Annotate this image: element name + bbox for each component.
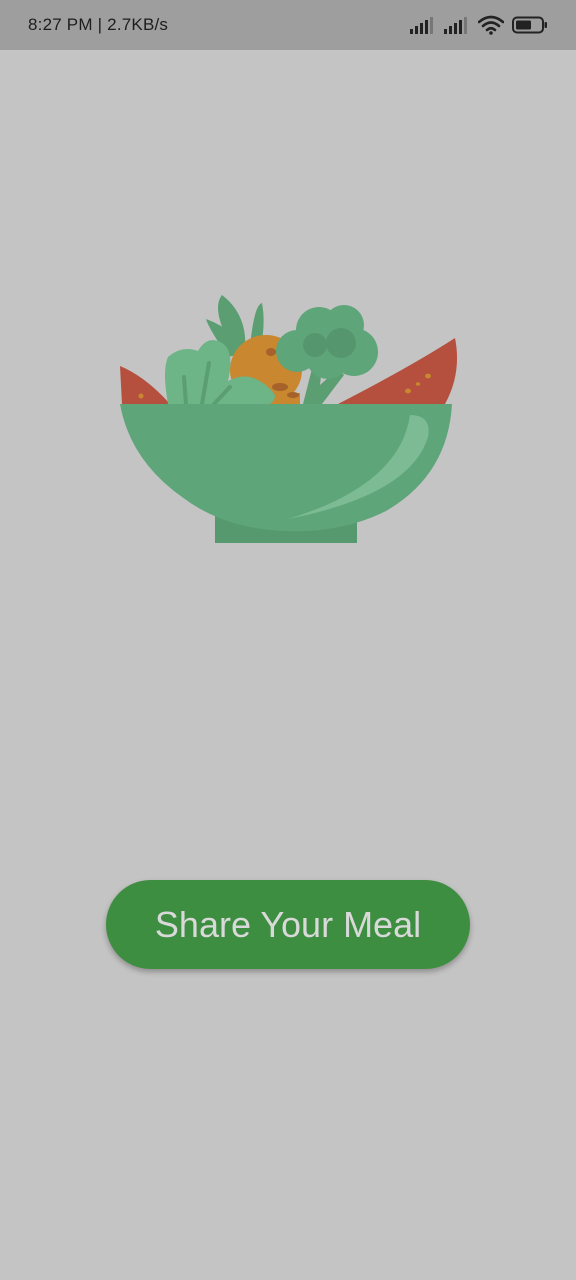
wifi-icon xyxy=(478,15,504,35)
share-your-meal-button[interactable]: Share Your Meal xyxy=(106,880,470,969)
signal-icon xyxy=(444,16,470,34)
signal-icon xyxy=(410,16,436,34)
status-icons xyxy=(410,15,548,35)
salad-bowl-illustration xyxy=(110,285,470,555)
battery-icon xyxy=(512,16,548,34)
status-bar: 8:27 PM | 2.7KB/s xyxy=(0,0,576,50)
status-time-speed: 8:27 PM | 2.7KB/s xyxy=(28,15,169,34)
